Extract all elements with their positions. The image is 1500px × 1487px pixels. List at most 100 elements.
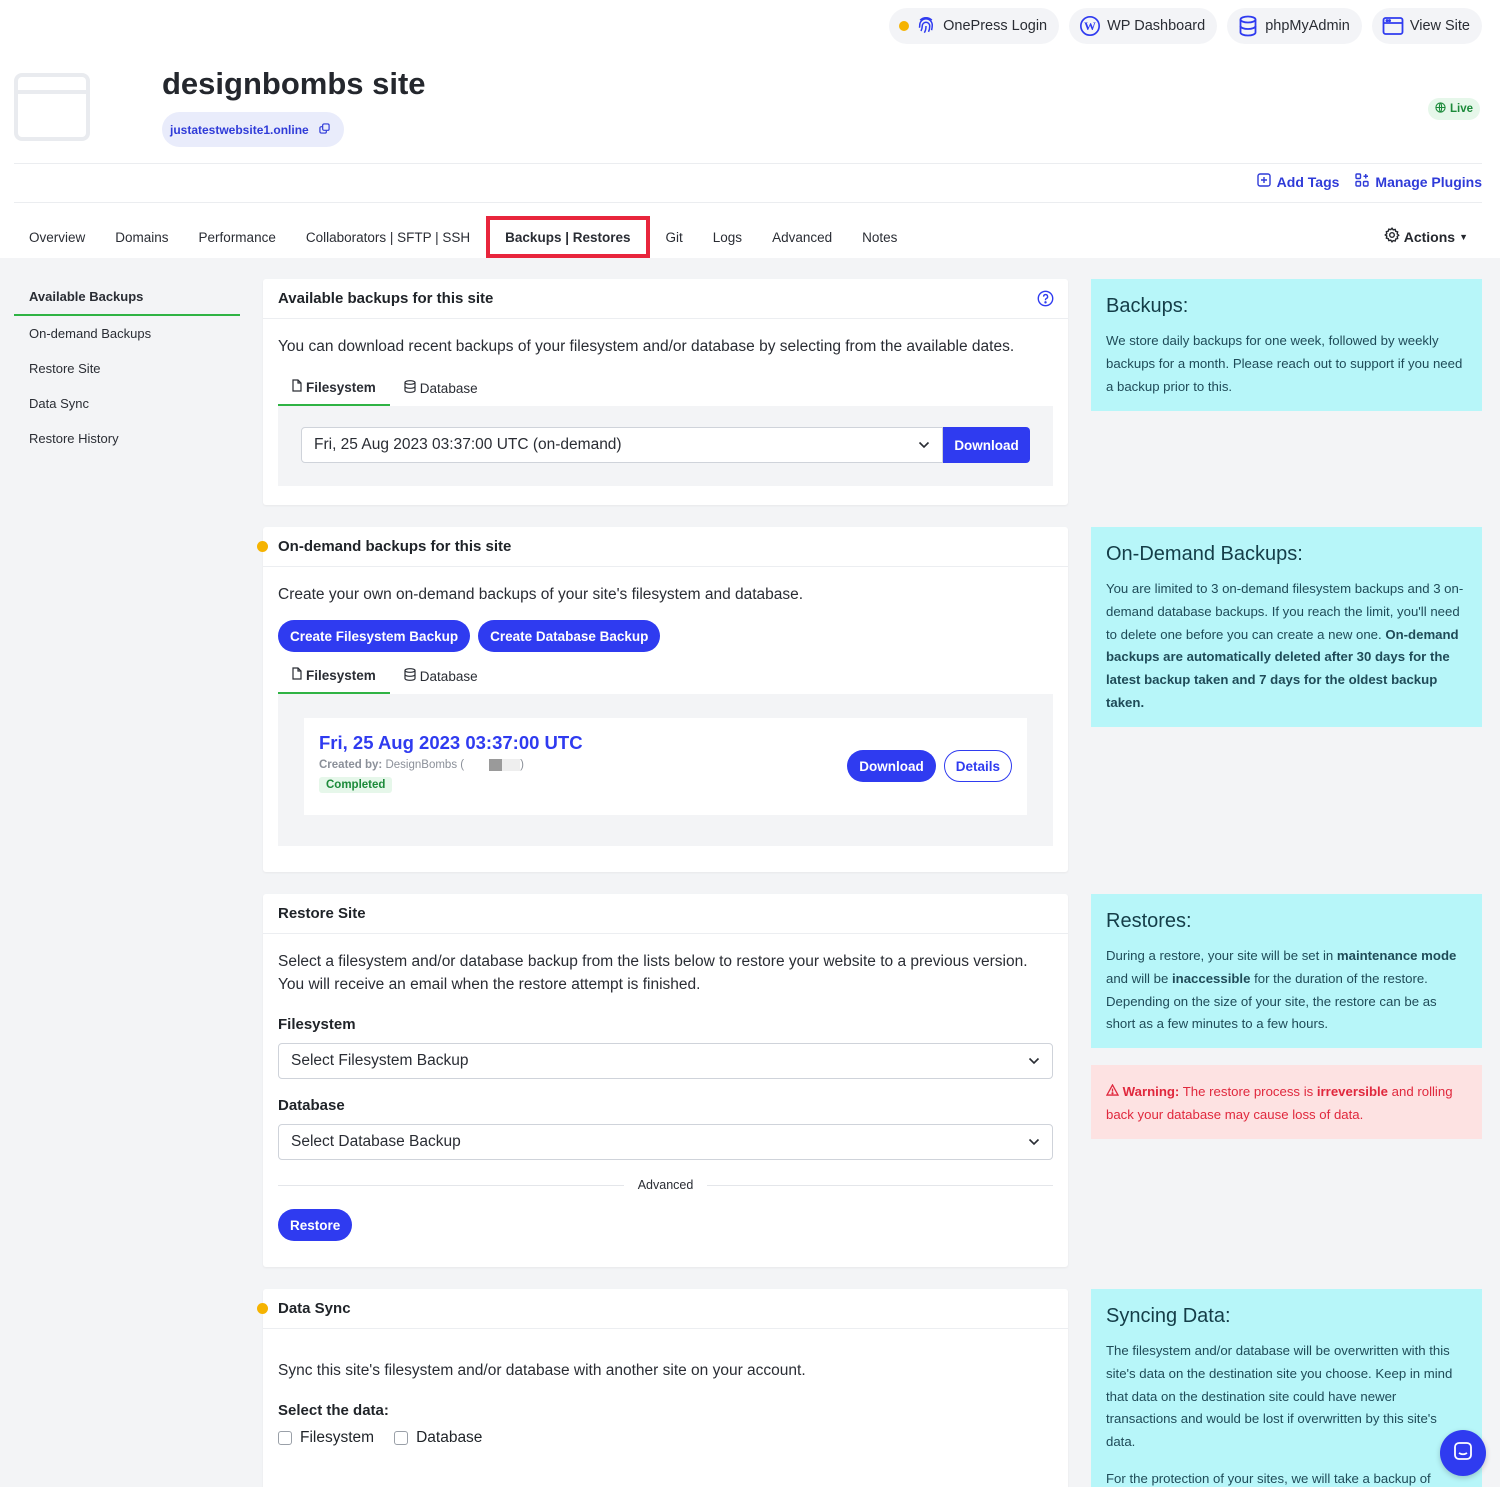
gear-icon bbox=[1383, 227, 1400, 246]
info-text-bold: maintenance mode bbox=[1336, 948, 1457, 963]
actions-label: Actions bbox=[1403, 228, 1456, 245]
chevron-down-icon bbox=[1028, 1052, 1040, 1070]
create-filesystem-backup-button[interactable]: Create Filesystem Backup bbox=[278, 620, 471, 652]
onepress-login-link[interactable]: OnePress Login bbox=[889, 8, 1060, 44]
info-text: You are limited to 3 on-demand filesyste… bbox=[1106, 578, 1467, 715]
tab-collaborators[interactable]: Collaborators | SFTP | SSH bbox=[291, 217, 485, 257]
status-text: Live bbox=[1449, 103, 1473, 115]
sidenav-item-data-sync[interactable]: Data Sync bbox=[14, 386, 240, 421]
info-title: On-Demand Backups: bbox=[1106, 543, 1303, 565]
chevron-down-icon bbox=[918, 436, 930, 454]
tab-performance[interactable]: Performance bbox=[184, 217, 291, 257]
download-button[interactable]: Download bbox=[943, 427, 1030, 463]
download-backup-button[interactable]: Download bbox=[847, 750, 936, 782]
top-links: OnePress Login W WP Dashboard phpMyAdmin… bbox=[889, 8, 1482, 44]
sidenav-item-restore-site[interactable]: Restore Site bbox=[14, 351, 240, 386]
wordpress-icon: W bbox=[1079, 15, 1101, 37]
database-checkbox[interactable] bbox=[394, 1431, 409, 1445]
site-title: designbombs site bbox=[162, 66, 426, 101]
restore-button[interactable]: Restore bbox=[278, 1209, 353, 1241]
available-backups-card: Available backups for this site You can … bbox=[263, 279, 1068, 505]
tab-backups-restores[interactable]: Backups | Restores bbox=[486, 216, 650, 258]
tab-filesystem[interactable]: Filesystem bbox=[278, 370, 390, 406]
on-demand-backups-card: On-demand backups for this site Create y… bbox=[257, 527, 1068, 872]
tab-domains[interactable]: Domains bbox=[100, 217, 183, 257]
actions-dropdown[interactable]: Actions ▼ bbox=[1383, 227, 1468, 246]
add-tags-button[interactable]: Add Tags bbox=[1256, 173, 1339, 190]
backups-info-panel: Backups: We store daily backups for one … bbox=[1091, 279, 1482, 411]
card-title: Data Sync bbox=[278, 1300, 351, 1317]
chat-launcher-button[interactable] bbox=[1440, 1430, 1486, 1476]
sidenav-item-available-backups[interactable]: Available Backups bbox=[14, 278, 240, 316]
top-link-label: View Site bbox=[1409, 18, 1470, 34]
on-demand-info-panel: On-Demand Backups: You are limited to 3 … bbox=[1091, 527, 1482, 727]
info-text: We store daily backups for one week, fol… bbox=[1106, 333, 1463, 394]
tab-label: Database bbox=[419, 668, 478, 684]
phpmyadmin-link[interactable]: phpMyAdmin bbox=[1227, 8, 1362, 44]
info-title: Syncing Data: bbox=[1106, 1305, 1231, 1327]
card-description: Sync this site's filesystem and/or datab… bbox=[278, 1362, 806, 1379]
help-icon[interactable] bbox=[1037, 290, 1054, 311]
copy-icon[interactable] bbox=[319, 122, 330, 137]
sync-options: Filesystem Database bbox=[278, 1429, 1053, 1447]
restores-info-panel: Restores: During a restore, your site wi… bbox=[1091, 894, 1482, 1048]
tab-notes[interactable]: Notes bbox=[847, 217, 912, 257]
select-data-label: Select the data: bbox=[278, 1402, 389, 1419]
warning-label: Warning: bbox=[1122, 1084, 1180, 1099]
card-header: Restore Site bbox=[263, 894, 1068, 934]
card-header: Available backups for this site bbox=[263, 279, 1068, 319]
site-header: OnePress Login W WP Dashboard phpMyAdmin… bbox=[0, 0, 1500, 258]
card-title: Restore Site bbox=[278, 905, 366, 922]
wp-dashboard-link[interactable]: W WP Dashboard bbox=[1069, 8, 1218, 44]
advanced-toggle[interactable]: Advanced bbox=[638, 1178, 694, 1192]
redacted-block bbox=[468, 759, 521, 771]
divider bbox=[14, 202, 1482, 203]
sidenav-item-restore-history[interactable]: Restore History bbox=[14, 421, 240, 456]
create-backup-buttons: Create Filesystem Backup Create Database… bbox=[278, 620, 1053, 658]
view-site-link[interactable]: View Site bbox=[1371, 8, 1482, 44]
site-tools: Add Tags Manage Plugins bbox=[1256, 173, 1482, 190]
backup-date-select[interactable]: Fri, 25 Aug 2023 03:37:00 UTC (on-demand… bbox=[301, 427, 944, 463]
tab-database[interactable]: Database bbox=[390, 658, 492, 694]
database-backup-select[interactable]: Select Database Backup bbox=[278, 1124, 1053, 1160]
site-domain[interactable]: justatestwebsite1.online bbox=[162, 112, 344, 147]
backup-type-tabs: Filesystem Database bbox=[278, 370, 1053, 406]
backup-type-tabs: Filesystem Database bbox=[278, 658, 1053, 694]
card-description: Create your own on-demand backups of you… bbox=[278, 586, 804, 603]
tab-database[interactable]: Database bbox=[390, 370, 492, 406]
tab-advanced[interactable]: Advanced bbox=[757, 217, 847, 257]
checkbox-label: Database bbox=[416, 1429, 483, 1446]
tab-label: Filesystem bbox=[306, 379, 376, 395]
manage-plugins-button[interactable]: Manage Plugins bbox=[1355, 173, 1482, 190]
info-text-part: and will be bbox=[1106, 970, 1172, 986]
divider bbox=[707, 1184, 1054, 1186]
created-by-end: ) bbox=[520, 759, 524, 771]
manage-plugins-label: Manage Plugins bbox=[1375, 173, 1482, 190]
card-header: Data Sync bbox=[263, 1289, 1068, 1329]
divider bbox=[278, 1184, 624, 1186]
info-title: Backups: bbox=[1106, 295, 1189, 317]
site-thumbnail bbox=[14, 73, 90, 141]
backups-list: Fri, 25 Aug 2023 03:37:00 UTC Created by… bbox=[278, 694, 1053, 846]
database-label: Database bbox=[278, 1097, 345, 1114]
tab-overview[interactable]: Overview bbox=[14, 217, 100, 257]
top-link-label: phpMyAdmin bbox=[1265, 18, 1350, 34]
filesystem-label: Filesystem bbox=[278, 1016, 356, 1033]
plugins-icon bbox=[1355, 173, 1370, 190]
filesystem-backup-select[interactable]: Select Filesystem Backup bbox=[278, 1043, 1053, 1079]
create-database-backup-button[interactable]: Create Database Backup bbox=[478, 620, 661, 652]
tab-filesystem[interactable]: Filesystem bbox=[278, 658, 390, 694]
status-badge: Live bbox=[1427, 98, 1480, 120]
globe-icon bbox=[1435, 102, 1446, 116]
tab-git[interactable]: Git bbox=[651, 217, 698, 257]
warning-text-bold: irreversible bbox=[1316, 1084, 1389, 1099]
advanced-divider[interactable]: Advanced bbox=[278, 1178, 1054, 1192]
status-dot bbox=[899, 21, 910, 31]
database-icon bbox=[404, 380, 416, 396]
tab-label: Database bbox=[419, 380, 478, 396]
sidenav-item-on-demand-backups[interactable]: On-demand Backups bbox=[14, 316, 240, 351]
filesystem-checkbox[interactable] bbox=[278, 1431, 292, 1445]
created-by-value: DesignBombs ( bbox=[385, 759, 465, 771]
backup-details-button[interactable]: Details bbox=[943, 750, 1012, 782]
tab-logs[interactable]: Logs bbox=[698, 217, 757, 257]
